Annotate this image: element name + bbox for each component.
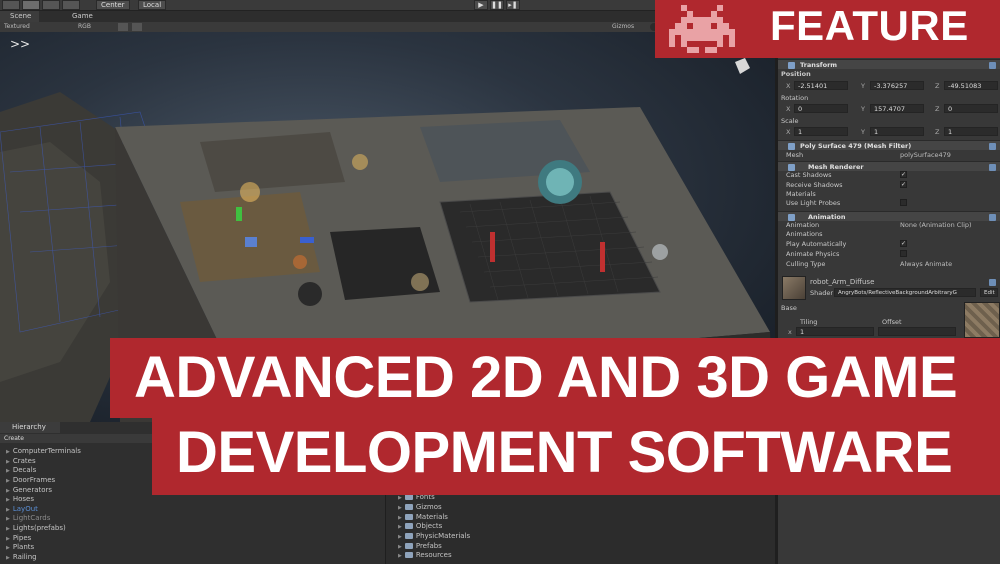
render-mode-dropdown[interactable]: RGB: [78, 22, 91, 32]
scale-x-field[interactable]: 1: [794, 127, 848, 136]
material-name: robot_Arm_Diffuse: [810, 278, 875, 286]
feature-label: FEATURE: [770, 2, 969, 49]
lighting-toggle[interactable]: [118, 23, 128, 31]
tab-hierarchy[interactable]: Hierarchy: [0, 422, 60, 433]
folder-icon: [404, 504, 413, 510]
scale-label-row: Scale: [778, 116, 1000, 126]
play-automatically-checkbox[interactable]: ✓: [900, 240, 907, 247]
transform-header[interactable]: Transform: [778, 59, 1000, 69]
mesh-filter-icon: [788, 143, 795, 150]
project-folder[interactable]: ▶ PhysicMaterials: [398, 531, 470, 541]
hierarchy-item[interactable]: ▶ DoorFrames: [6, 475, 55, 485]
gear-icon[interactable]: [989, 62, 996, 69]
scene-overlay-arrows-icon[interactable]: >>: [10, 37, 30, 51]
folder-icon: [404, 514, 413, 520]
animate-physics-row: Animate Physics: [778, 249, 1000, 259]
pause-button[interactable]: ❚❚: [490, 0, 504, 10]
move-tool-button[interactable]: [22, 0, 40, 10]
animations-row[interactable]: Animations: [778, 229, 1000, 239]
shading-mode-dropdown[interactable]: Textured: [4, 22, 30, 32]
hierarchy-item[interactable]: ▶ Decals: [6, 465, 36, 475]
cast-shadows-row: Cast Shadows ✓: [786, 171, 907, 179]
position-row: X -2.51401 Y -3.376257 Z -49.51083: [778, 81, 1000, 91]
base-label: Base: [781, 304, 797, 312]
folder-icon: [404, 533, 413, 539]
headline-line2: DEVELOPMENT SOFTWARE: [176, 420, 953, 485]
tiling-x-field[interactable]: 1: [796, 327, 874, 336]
tab-game[interactable]: Game: [62, 11, 101, 22]
step-button[interactable]: ▸❚: [506, 0, 520, 10]
culling-type-row: Culling Type Always Animate: [786, 259, 953, 269]
shader-label: Shader: [810, 289, 834, 297]
headline-line1: ADVANCED 2D AND 3D GAME: [134, 345, 958, 410]
tab-scene[interactable]: Scene: [0, 11, 40, 22]
shader-edit-button[interactable]: Edit: [980, 288, 998, 297]
position-x-field[interactable]: -2.51401: [794, 81, 848, 90]
animations-foldout[interactable]: Animations: [786, 229, 823, 239]
mesh-label: Mesh: [786, 151, 804, 159]
gear-icon[interactable]: [989, 143, 996, 150]
mesh-row: Mesh polySurface479: [778, 150, 1000, 160]
position-y-field[interactable]: -3.376257: [870, 81, 924, 90]
texture-thumbnail[interactable]: [964, 302, 1000, 338]
cast-shadows-checkbox[interactable]: ✓: [900, 171, 907, 178]
mesh-value[interactable]: polySurface479: [900, 150, 951, 160]
scale-z-field[interactable]: 1: [944, 127, 998, 136]
folder-icon: [404, 552, 413, 558]
rotate-tool-button[interactable]: [42, 0, 60, 10]
space-invader-icon: [669, 5, 735, 53]
headline-banner-line2: DEVELOPMENT SOFTWARE: [152, 413, 1000, 495]
scale-label: Scale: [781, 117, 799, 125]
play-automatically-row: Play Automatically ✓: [786, 240, 907, 248]
offset-x-field[interactable]: [878, 327, 956, 336]
rotation-label: Rotation: [781, 94, 809, 102]
headline-banner-line1: ADVANCED 2D AND 3D GAME: [110, 338, 1000, 418]
hierarchy-item[interactable]: ▶ Lights(prefabs): [6, 523, 66, 533]
rotation-row: X 0 Y 157.4707 Z 0: [778, 104, 1000, 114]
project-folder[interactable]: ▶ Objects: [398, 521, 442, 531]
project-folder[interactable]: ▶ Gizmos: [398, 502, 442, 512]
transform-icon: [788, 62, 795, 69]
light-probes-checkbox[interactable]: [900, 199, 907, 206]
scale-tool-button[interactable]: [62, 0, 80, 10]
folder-icon: [404, 523, 413, 529]
hand-tool-button[interactable]: [2, 0, 20, 10]
culling-type-dropdown[interactable]: Always Animate: [900, 259, 952, 269]
pivot-center-button[interactable]: Center: [96, 0, 130, 10]
hierarchy-item[interactable]: ▶ Plants: [6, 542, 34, 552]
hierarchy-item[interactable]: ▶ LightCards: [6, 513, 50, 523]
rotation-label-row: Rotation: [778, 93, 1000, 103]
hierarchy-item[interactable]: ▶ Hoses: [6, 494, 34, 504]
shader-dropdown[interactable]: AngryBots/ReflectiveBackgroundArbitraryG: [834, 288, 976, 297]
scale-y-field[interactable]: 1: [870, 127, 924, 136]
fx-toggle[interactable]: [132, 23, 142, 31]
rotation-y-field[interactable]: 157.4707: [870, 104, 924, 113]
gear-icon[interactable]: [989, 279, 996, 286]
rotation-x-field[interactable]: 0: [794, 104, 848, 113]
folder-icon: [404, 543, 413, 549]
material-name-row: robot_Arm_Diffuse: [778, 277, 1000, 287]
feature-banner: FEATURE: [655, 0, 1000, 58]
play-button[interactable]: ▶: [474, 0, 488, 10]
position-label: Position: [781, 70, 811, 78]
shader-row: Shader AngryBots/ReflectiveBackgroundArb…: [778, 288, 1000, 298]
scale-row: X 1 Y 1 Z 1: [778, 127, 1000, 137]
position-label-row: Position: [778, 69, 1000, 79]
rotation-z-field[interactable]: 0: [944, 104, 998, 113]
receive-shadows-checkbox[interactable]: ✓: [900, 181, 907, 188]
light-probes-row: Use Light Probes: [778, 198, 1000, 208]
hierarchy-item[interactable]: ▶ Railing: [6, 552, 37, 562]
gizmos-dropdown[interactable]: Gizmos: [612, 22, 634, 32]
position-z-field[interactable]: -49.51083: [944, 81, 998, 90]
mesh-filter-header[interactable]: Poly Surface 479 (Mesh Filter): [778, 140, 1000, 150]
animate-physics-checkbox[interactable]: [900, 250, 907, 257]
hierarchy-item[interactable]: ▶ ComputerTerminals: [6, 446, 81, 456]
pivot-space-button[interactable]: Local: [138, 0, 167, 10]
project-folder[interactable]: ▶ Resources: [398, 550, 452, 560]
